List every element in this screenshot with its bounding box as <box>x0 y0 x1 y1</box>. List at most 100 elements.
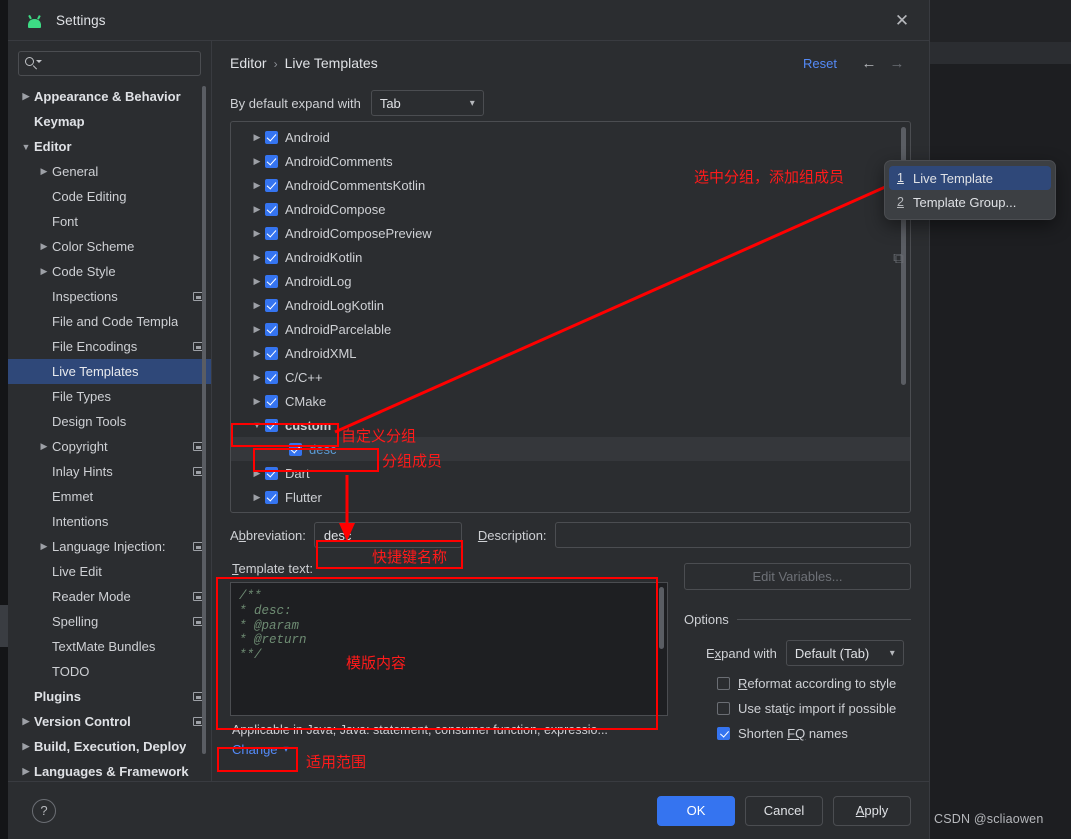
add-template-popup-menu[interactable]: 1 Live Template 2 Template Group... <box>884 160 1056 220</box>
checkbox-checked-icon[interactable] <box>265 346 278 360</box>
chevron-right-icon[interactable]: ▶ <box>249 300 265 311</box>
template-row-androidcomposepreview[interactable]: ▶ AndroidComposePreview <box>231 221 910 245</box>
template-row-c-c[interactable]: ▶ C/C++ <box>231 365 910 389</box>
sidebar-item-color-scheme[interactable]: ▶ Color Scheme <box>8 234 211 259</box>
arrow-right-icon[interactable]: → <box>883 51 911 75</box>
chevron-right-icon[interactable]: ▶ <box>36 541 52 552</box>
chevron-right-icon[interactable]: ▶ <box>249 276 265 287</box>
option-checkbox-use-static-import-if-possible[interactable]: Use static import if possible <box>684 701 911 716</box>
sidebar-item-languages-framework[interactable]: ▶ Languages & Framework <box>8 759 211 781</box>
expand-with-select[interactable]: Default (Tab) ▾ <box>785 640 904 666</box>
template-text-editor[interactable]: /** * desc: * @param * @return **/ <box>230 582 668 716</box>
chevron-right-icon[interactable]: ▶ <box>249 396 265 407</box>
checkbox-unchecked-icon[interactable] <box>717 702 730 715</box>
sidebar-item-live-templates[interactable]: ▶Live Templates <box>8 359 211 384</box>
close-icon[interactable]: ✕ <box>889 7 915 33</box>
chevron-right-icon[interactable]: ▶ <box>18 716 34 727</box>
sidebar-item-appearance-behavior[interactable]: ▶ Appearance & Behavior <box>8 84 211 109</box>
sidebar-item-font[interactable]: ▶Font <box>8 209 211 234</box>
ok-button[interactable]: OK <box>657 795 735 826</box>
checkbox-unchecked-icon[interactable] <box>717 677 730 690</box>
template-row-custom[interactable]: ▼ custom <box>231 413 910 437</box>
template-row-androidcomments[interactable]: ▶ AndroidComments <box>231 149 910 173</box>
checkbox-checked-icon[interactable] <box>265 274 278 288</box>
checkbox-checked-icon[interactable] <box>265 154 278 168</box>
copy-template-button[interactable]: ⧉ <box>886 246 911 271</box>
sidebar-item-inspections[interactable]: ▶Inspections <box>8 284 211 309</box>
sidebar-item-copyright[interactable]: ▶ Copyright <box>8 434 211 459</box>
sidebar-item-file-types[interactable]: ▶File Types <box>8 384 211 409</box>
checkbox-checked-icon[interactable] <box>289 442 302 456</box>
abbreviation-field-wrap[interactable] <box>313 522 462 548</box>
template-row-cmake[interactable]: ▶ CMake <box>231 389 910 413</box>
checkbox-checked-icon[interactable] <box>265 394 278 408</box>
backdrop-left-toolwindow-tab[interactable] <box>0 605 8 647</box>
sidebar-item-file-and-code-templa[interactable]: ▶File and Code Templa <box>8 309 211 334</box>
search-box[interactable] <box>18 51 201 76</box>
sidebar-item-plugins[interactable]: ▶Plugins <box>8 684 211 709</box>
cancel-button[interactable]: Cancel <box>745 795 823 826</box>
chevron-right-icon[interactable]: ▶ <box>36 441 52 452</box>
checkbox-checked-icon[interactable] <box>265 322 278 336</box>
checkbox-checked-icon[interactable] <box>265 490 278 504</box>
sidebar-item-build-execution-deploy[interactable]: ▶ Build, Execution, Deploy <box>8 734 211 759</box>
sidebar-item-general[interactable]: ▶ General <box>8 159 211 184</box>
sidebar-item-live-edit[interactable]: ▶Live Edit <box>8 559 211 584</box>
arrow-left-icon[interactable]: ← <box>855 51 883 75</box>
chevron-right-icon[interactable]: ▶ <box>18 741 34 752</box>
template-row-androidkotlin[interactable]: ▶ AndroidKotlin <box>231 245 910 269</box>
sidebar-scrollbar-thumb[interactable] <box>202 86 206 754</box>
chevron-right-icon[interactable]: ▶ <box>36 241 52 252</box>
checkbox-checked-icon[interactable] <box>265 130 278 144</box>
sidebar-item-language-injection[interactable]: ▶ Language Injection: <box>8 534 211 559</box>
sidebar-item-intentions[interactable]: ▶Intentions <box>8 509 211 534</box>
description-field-wrap[interactable] <box>554 522 911 548</box>
settings-category-tree[interactable]: ▶Appearance & Behavior▶Keymap▼Editor▶Gen… <box>8 84 211 781</box>
template-row-androidlog[interactable]: ▶ AndroidLog <box>231 269 910 293</box>
sidebar-item-code-editing[interactable]: ▶Code Editing <box>8 184 211 209</box>
chevron-right-icon[interactable]: ▶ <box>249 228 265 239</box>
template-row-android[interactable]: ▶ Android <box>231 125 910 149</box>
checkbox-checked-icon[interactable] <box>265 226 278 240</box>
template-row-androidxml[interactable]: ▶ AndroidXML <box>231 341 910 365</box>
chevron-down-icon[interactable]: ▼ <box>249 420 265 430</box>
checkbox-checked-icon[interactable] <box>265 250 278 264</box>
edit-variables-button[interactable]: Edit Variables... <box>684 563 911 590</box>
abbreviation-input[interactable] <box>321 526 454 544</box>
chevron-right-icon[interactable]: ▶ <box>249 252 265 263</box>
checkbox-checked-icon[interactable] <box>265 466 278 480</box>
default-expand-select[interactable]: Tab ▾ <box>370 90 484 116</box>
checkbox-checked-icon[interactable] <box>265 178 278 192</box>
chevron-right-icon[interactable]: ▶ <box>249 204 265 215</box>
template-editor-scrollbar-thumb[interactable] <box>659 587 664 649</box>
checkbox-checked-icon[interactable] <box>265 298 278 312</box>
option-checkbox-shorten-fq-names[interactable]: Shorten FQ names <box>684 726 911 741</box>
sidebar-item-spelling[interactable]: ▶Spelling <box>8 609 211 634</box>
sidebar-item-editor[interactable]: ▼ Editor <box>8 134 211 159</box>
sidebar-item-code-style[interactable]: ▶ Code Style <box>8 259 211 284</box>
description-input[interactable] <box>562 526 903 544</box>
checkbox-checked-icon[interactable] <box>265 418 278 432</box>
checkbox-checked-icon[interactable] <box>717 727 730 740</box>
reset-link[interactable]: Reset <box>803 56 837 71</box>
template-row-desc[interactable]: ▶desc <box>231 437 910 461</box>
sidebar-item-design-tools[interactable]: ▶Design Tools <box>8 409 211 434</box>
sidebar-item-keymap[interactable]: ▶Keymap <box>8 109 211 134</box>
chevron-right-icon[interactable]: ▶ <box>36 266 52 277</box>
chevron-right-icon[interactable]: ▶ <box>36 166 52 177</box>
chevron-right-icon[interactable]: ▶ <box>249 132 265 143</box>
chevron-right-icon[interactable]: ▶ <box>249 372 265 383</box>
sidebar-item-version-control[interactable]: ▶ Version Control <box>8 709 211 734</box>
chevron-right-icon[interactable]: ▶ <box>249 468 265 479</box>
template-row-androidcommentskotlin[interactable]: ▶ AndroidCommentsKotlin <box>231 173 910 197</box>
template-row-flutter[interactable]: ▶ Flutter <box>231 485 910 509</box>
checkbox-checked-icon[interactable] <box>265 370 278 384</box>
help-icon[interactable]: ? <box>32 798 56 823</box>
sidebar-item-reader-mode[interactable]: ▶Reader Mode <box>8 584 211 609</box>
chevron-right-icon[interactable]: ▶ <box>18 91 34 102</box>
popup-item-template-group[interactable]: 2 Template Group... <box>889 190 1051 214</box>
template-row-androidlogkotlin[interactable]: ▶ AndroidLogKotlin <box>231 293 910 317</box>
search-input[interactable] <box>41 55 194 72</box>
change-context-button[interactable]: Change ▾ <box>232 742 668 757</box>
chevron-right-icon[interactable]: ▶ <box>249 324 265 335</box>
